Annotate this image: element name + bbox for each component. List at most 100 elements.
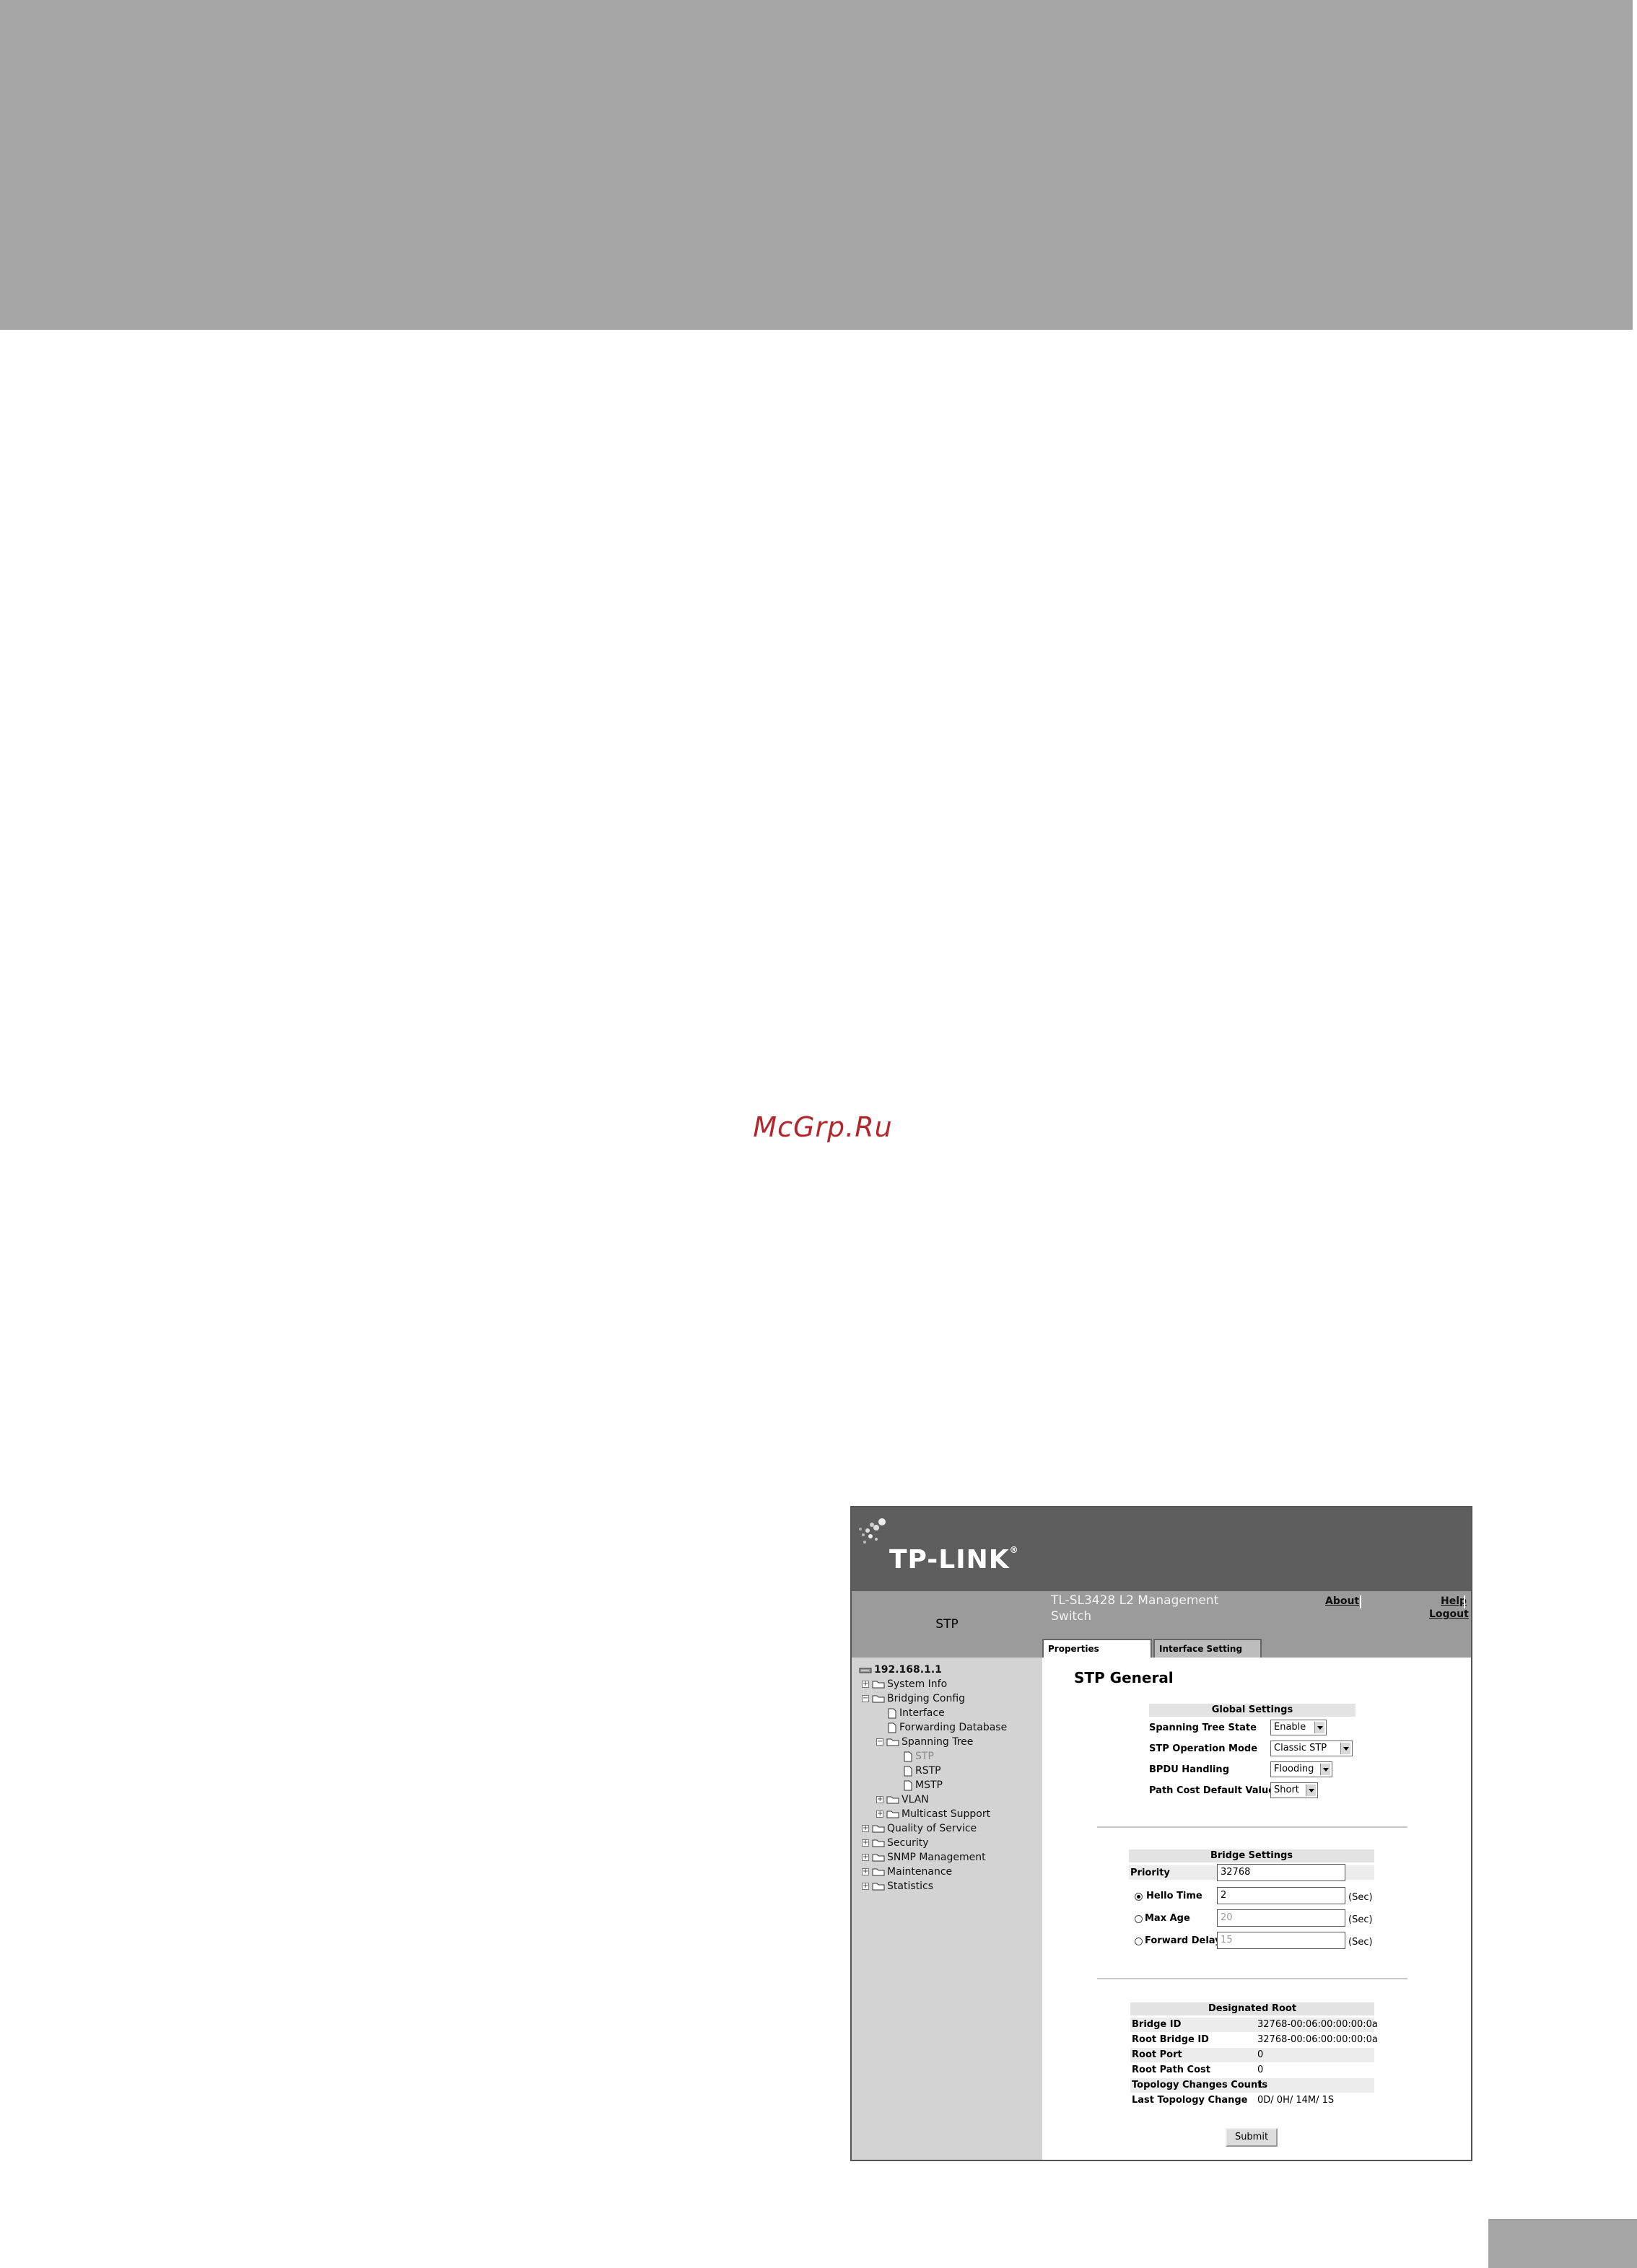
tree-item-vlan[interactable]: + VLAN bbox=[876, 1793, 929, 1806]
max-age-radio[interactable] bbox=[1135, 1915, 1143, 1923]
tree-label: Spanning Tree bbox=[902, 1736, 974, 1748]
last-topology-change-value: 0D/ 0H/ 14M/ 1S bbox=[1257, 2095, 1335, 2106]
bridge-settings-header: Bridge Settings bbox=[1129, 1849, 1374, 1862]
path-cost-default-select[interactable]: Short bbox=[1270, 1782, 1318, 1798]
open-folder-icon bbox=[886, 1738, 899, 1746]
expand-icon[interactable]: + bbox=[862, 1825, 869, 1832]
tree-label: Multicast Support bbox=[902, 1808, 991, 1820]
tree-label: 192.168.1.1 bbox=[874, 1664, 942, 1676]
collapse-icon[interactable]: − bbox=[862, 1695, 869, 1702]
hello-time-radio[interactable] bbox=[1135, 1893, 1143, 1901]
logout-link[interactable]: Logout bbox=[1429, 1608, 1469, 1620]
tree-item-rstp[interactable]: RSTP bbox=[904, 1764, 941, 1777]
dropdown-arrow-icon[interactable] bbox=[1320, 1764, 1330, 1775]
dropdown-arrow-icon[interactable] bbox=[1340, 1743, 1350, 1754]
hello-time-input[interactable]: 2 bbox=[1217, 1887, 1345, 1904]
tree-item-snmp-management[interactable]: + SNMP Management bbox=[862, 1851, 986, 1864]
expand-icon[interactable]: + bbox=[876, 1811, 883, 1818]
forward-delay-unit: (Sec) bbox=[1348, 1937, 1373, 1948]
path-cost-default-label: Path Cost Default Values bbox=[1149, 1785, 1280, 1796]
last-topology-change-label: Last Topology Change bbox=[1132, 2095, 1248, 2106]
tree-item-spanning-tree[interactable]: − Spanning Tree bbox=[876, 1735, 973, 1748]
root-path-cost-label: Root Path Cost bbox=[1132, 2065, 1210, 2075]
forward-delay-label: Forward Delay bbox=[1145, 1935, 1221, 1946]
expand-icon[interactable]: + bbox=[862, 1854, 869, 1861]
max-age-label: Max Age bbox=[1145, 1913, 1190, 1924]
designated-root-header: Designated Root bbox=[1130, 2002, 1374, 2015]
submit-button[interactable]: Submit bbox=[1226, 2128, 1278, 2147]
section-divider bbox=[1097, 1978, 1407, 1979]
stp-screenshot: TP-LINK® STP TL-SL3428 L2 Management Swi… bbox=[850, 1506, 1472, 2161]
logo-wordmark: TP-LINK bbox=[889, 1545, 1010, 1575]
forward-delay-input[interactable]: 15 bbox=[1217, 1932, 1345, 1949]
max-age-unit: (Sec) bbox=[1348, 1914, 1373, 1925]
about-link[interactable]: About bbox=[1325, 1595, 1359, 1607]
tab-interface-setting[interactable]: Interface Setting bbox=[1153, 1639, 1262, 1658]
nav-section-title: STP bbox=[935, 1617, 959, 1632]
tree-item-system-info[interactable]: + System Info bbox=[862, 1678, 947, 1691]
tree-label: Statistics bbox=[887, 1880, 933, 1892]
expand-icon[interactable]: + bbox=[862, 1883, 869, 1890]
top-band-edge bbox=[1633, 0, 1637, 330]
tree-label: Security bbox=[887, 1837, 929, 1849]
page-icon bbox=[888, 1722, 896, 1733]
tree-label: Quality of Service bbox=[887, 1823, 977, 1834]
folder-icon bbox=[886, 1796, 899, 1804]
expand-icon[interactable]: + bbox=[862, 1868, 869, 1875]
spanning-tree-state-select[interactable]: Enable bbox=[1270, 1720, 1327, 1735]
bpdu-handling-select[interactable]: Flooding bbox=[1270, 1761, 1332, 1777]
tree-item-mstp[interactable]: MSTP bbox=[904, 1779, 943, 1792]
root-path-cost-value: 0 bbox=[1257, 2065, 1264, 2075]
tree-label: Bridging Config bbox=[887, 1693, 966, 1704]
folder-icon bbox=[872, 1825, 885, 1833]
tree-root[interactable]: 192.168.1.1 bbox=[859, 1663, 942, 1676]
expand-icon[interactable]: + bbox=[862, 1681, 869, 1688]
watermark-text: McGrp.Ru bbox=[753, 1111, 893, 1143]
page-icon bbox=[904, 1766, 912, 1776]
stp-operation-mode-select[interactable]: Classic STP bbox=[1270, 1741, 1353, 1756]
root-bridge-id-label: Root Bridge ID bbox=[1132, 2034, 1209, 2045]
tab-properties[interactable]: Properties bbox=[1042, 1639, 1152, 1658]
open-folder-icon bbox=[872, 1695, 885, 1703]
tree-item-forwarding-database[interactable]: Forwarding Database bbox=[888, 1721, 1007, 1734]
root-port-value: 0 bbox=[1257, 2049, 1264, 2060]
bridge-id-value: 32768-00:06:00:00:00:0a bbox=[1257, 2019, 1378, 2030]
bpdu-handling-label: BPDU Handling bbox=[1149, 1764, 1229, 1775]
logo-registered-mark: ® bbox=[1009, 1545, 1019, 1555]
tree-item-multicast-support[interactable]: + Multicast Support bbox=[876, 1808, 990, 1821]
help-link[interactable]: Help bbox=[1441, 1595, 1467, 1607]
tree-item-bridging-config[interactable]: − Bridging Config bbox=[862, 1692, 965, 1705]
folder-icon bbox=[872, 1839, 885, 1847]
switch-icon bbox=[859, 1668, 872, 1673]
tree-item-statistics[interactable]: + Statistics bbox=[862, 1880, 933, 1893]
tree-item-interface[interactable]: Interface bbox=[888, 1707, 945, 1720]
tree-label: VLAN bbox=[902, 1794, 929, 1805]
bridge-id-label: Bridge ID bbox=[1132, 2019, 1182, 2030]
section-divider bbox=[1097, 1826, 1407, 1828]
folder-icon bbox=[872, 1681, 885, 1689]
dropdown-arrow-icon[interactable] bbox=[1306, 1785, 1316, 1796]
tree-item-security[interactable]: + Security bbox=[862, 1836, 929, 1849]
tree-label: MSTP bbox=[915, 1779, 943, 1791]
forward-delay-radio[interactable] bbox=[1135, 1938, 1143, 1945]
expand-icon[interactable]: + bbox=[876, 1796, 883, 1803]
topology-changes-counts-value: 1 bbox=[1257, 2080, 1264, 2090]
tree-label: Forwarding Database bbox=[899, 1722, 1008, 1733]
priority-label: Priority bbox=[1130, 1868, 1170, 1878]
dropdown-arrow-icon[interactable] bbox=[1314, 1722, 1324, 1733]
folder-icon bbox=[872, 1868, 885, 1876]
max-age-input[interactable]: 20 bbox=[1217, 1909, 1345, 1927]
tree-label: Maintenance bbox=[887, 1866, 953, 1878]
tp-link-logo: TP-LINK® bbox=[889, 1545, 1019, 1575]
root-bridge-id-value: 32768-00:06:00:00:00:0a bbox=[1257, 2034, 1378, 2045]
expand-icon[interactable]: + bbox=[862, 1839, 869, 1847]
page-icon bbox=[904, 1780, 912, 1790]
select-value: Classic STP bbox=[1274, 1743, 1327, 1753]
tree-item-quality-of-service[interactable]: + Quality of Service bbox=[862, 1822, 977, 1835]
tree-label: RSTP bbox=[915, 1765, 941, 1777]
tree-item-maintenance[interactable]: + Maintenance bbox=[862, 1865, 952, 1878]
tree-item-stp[interactable]: STP bbox=[904, 1750, 934, 1763]
select-value: Short bbox=[1274, 1785, 1299, 1795]
collapse-icon[interactable]: − bbox=[876, 1738, 883, 1746]
priority-input[interactable]: 32768 bbox=[1217, 1864, 1345, 1881]
